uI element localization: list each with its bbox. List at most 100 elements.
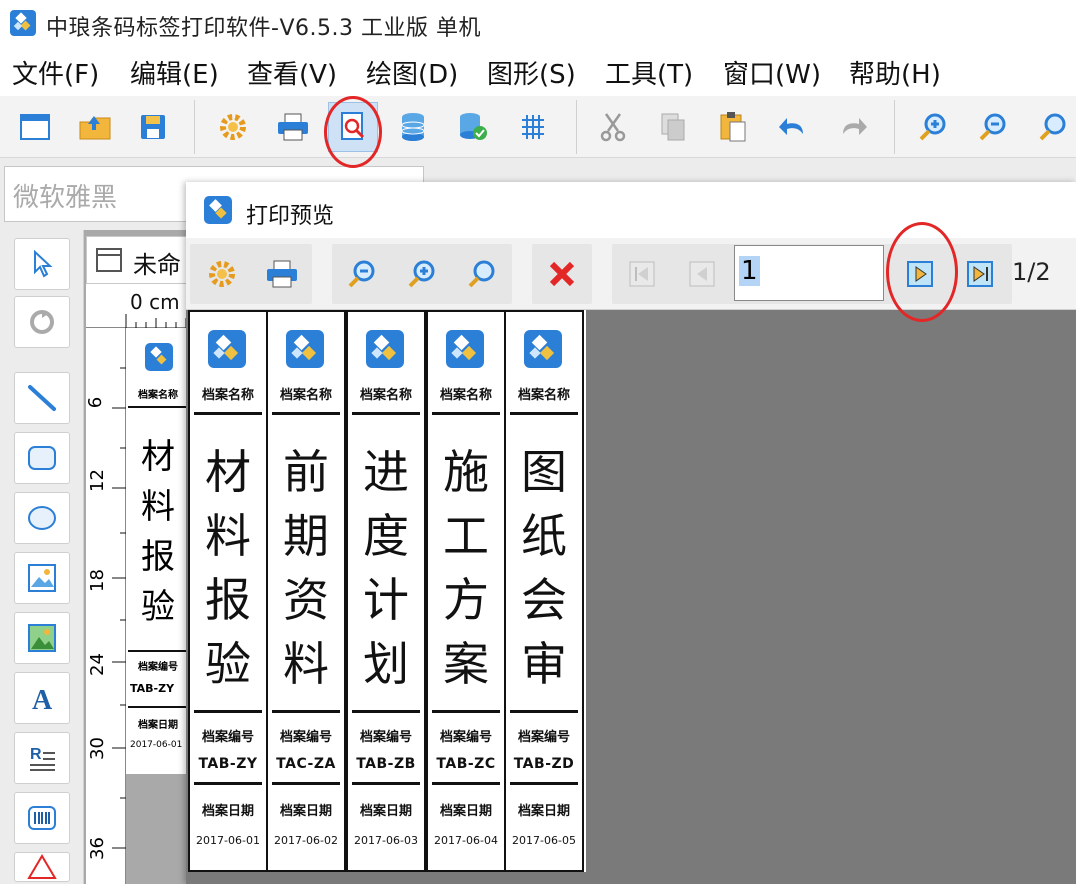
settings-button[interactable] [208, 102, 258, 152]
ruler-ticks [125, 314, 187, 328]
ruler-tick-label: 36 [86, 837, 108, 860]
zoom-fit-button[interactable] [1028, 102, 1076, 152]
menu-draw[interactable]: 绘图(D) [366, 54, 458, 91]
new-window-icon [20, 114, 50, 140]
label-divider [272, 412, 340, 415]
redo-button[interactable] [828, 102, 878, 152]
label-char: 验 [205, 637, 251, 691]
rectangle-tool-button[interactable] [14, 432, 70, 484]
label-char: 会 [521, 573, 567, 627]
zoom-out-icon [979, 113, 1006, 141]
line-icon [28, 385, 56, 411]
label-char: 图纸会审 [506, 440, 582, 696]
label-code: TAB-ZD [513, 756, 575, 772]
undo-button[interactable] [768, 102, 818, 152]
ellipse-icon [28, 506, 56, 530]
save-button[interactable] [128, 102, 178, 152]
label-char: 资 [283, 573, 329, 627]
picture-icon [28, 624, 56, 652]
label-logo-icon [446, 330, 484, 368]
page-number-input[interactable]: 1 [734, 245, 884, 301]
document-tab[interactable]: 未命 [86, 236, 190, 284]
preview-zoom-out-button[interactable] [336, 248, 388, 300]
previous-page-button[interactable] [676, 248, 728, 300]
preview-close-button[interactable] [536, 248, 588, 300]
menu-file[interactable]: 文件(F) [12, 54, 99, 91]
redo-icon [843, 118, 867, 135]
highlight-circle-print-preview [324, 96, 382, 168]
label-code: TAB-ZY [130, 682, 175, 695]
ruler-tick-label: 18 [86, 569, 108, 592]
label-char: 报 [141, 537, 175, 577]
shape-tool-button[interactable] [14, 852, 70, 882]
zoom-icon [1039, 113, 1066, 141]
paste-icon [720, 112, 746, 142]
preview-zoom-fit-button[interactable] [456, 248, 508, 300]
image-tool-button[interactable] [14, 552, 70, 604]
label-date-title: 档案日期 [279, 804, 332, 819]
label-date-title: 档案日期 [439, 804, 492, 819]
toolbar-separator [576, 100, 577, 154]
main-toolbar [0, 96, 1076, 158]
grid-button[interactable] [508, 102, 558, 152]
dialog-logo-icon [204, 196, 232, 224]
label-char: 划 [363, 637, 409, 691]
label-char: 前期资料 [268, 440, 344, 696]
database-button[interactable] [388, 102, 438, 152]
svg-text:R: R [30, 746, 42, 763]
first-page-button[interactable] [616, 248, 668, 300]
picture-tool-button[interactable] [14, 612, 70, 664]
preview-zoom-in-button[interactable] [396, 248, 448, 300]
zoom-out-button[interactable] [968, 102, 1018, 152]
preview-label: 档案名称 进度计划 档案编号 TAB-ZB 档案日期 2017-06-03 [346, 310, 426, 872]
text-tool-button[interactable]: A [14, 672, 70, 724]
triangle-icon [27, 854, 57, 879]
label-char: 施 [443, 445, 489, 499]
barcode-tool-button[interactable] [14, 792, 70, 844]
label-char: 进 [363, 445, 409, 499]
ruler-tick-label: 24 [86, 653, 108, 676]
rich-text-icon: R [30, 746, 55, 771]
horizontal-ruler: 0 cm [86, 284, 190, 328]
menu-help[interactable]: 帮助(H) [849, 54, 941, 91]
cut-button[interactable] [588, 102, 638, 152]
label-logo-icon [366, 330, 404, 368]
rotate-tool-button[interactable] [14, 296, 70, 348]
menu-window[interactable]: 窗口(W) [723, 54, 821, 91]
select-tool-button[interactable] [14, 238, 70, 290]
printer-icon [278, 113, 308, 141]
label-field-title: 档案名称 [439, 388, 492, 403]
label-code-title: 档案编号 [138, 662, 178, 673]
paste-button[interactable] [708, 102, 758, 152]
menu-tools[interactable]: 工具(T) [605, 54, 693, 91]
ellipse-tool-button[interactable] [14, 492, 70, 544]
menu-view[interactable]: 查看(V) [247, 54, 337, 91]
menu-shape[interactable]: 图形(S) [487, 54, 576, 91]
zoom-out-icon [348, 260, 375, 288]
label-date-title: 档案日期 [359, 804, 412, 819]
menu-edit[interactable]: 编辑(E) [130, 54, 219, 91]
label-design-canvas[interactable]: 档案名称 材 料 报 验 档案编号 TAB-ZY 档案日期 2017-06-01 [126, 328, 190, 774]
label-code-title: 档案编号 [517, 730, 570, 745]
last-page-button[interactable] [954, 248, 1006, 300]
ruler-ticks [112, 367, 126, 849]
open-folder-icon [79, 116, 111, 140]
label-char: 进度计划 [348, 440, 424, 696]
last-page-icon [967, 261, 993, 287]
preview-settings-button[interactable] [196, 248, 248, 300]
zoom-in-button[interactable] [908, 102, 958, 152]
copy-button[interactable] [648, 102, 698, 152]
page-number-value: 1 [739, 256, 760, 286]
ruler-unit-label: 0 cm [130, 290, 180, 314]
new-file-button[interactable] [10, 102, 60, 152]
rich-text-tool-button[interactable]: R [14, 732, 70, 784]
ruler-tick-label: 30 [86, 737, 108, 760]
line-tool-button[interactable] [14, 372, 70, 424]
grid-icon [522, 115, 544, 139]
preview-print-button[interactable] [256, 248, 308, 300]
print-button[interactable] [268, 102, 318, 152]
rounded-rectangle-icon [28, 446, 56, 470]
label-code: TAB-ZB [356, 756, 416, 772]
open-file-button[interactable] [70, 102, 120, 152]
database-settings-button[interactable] [448, 102, 498, 152]
